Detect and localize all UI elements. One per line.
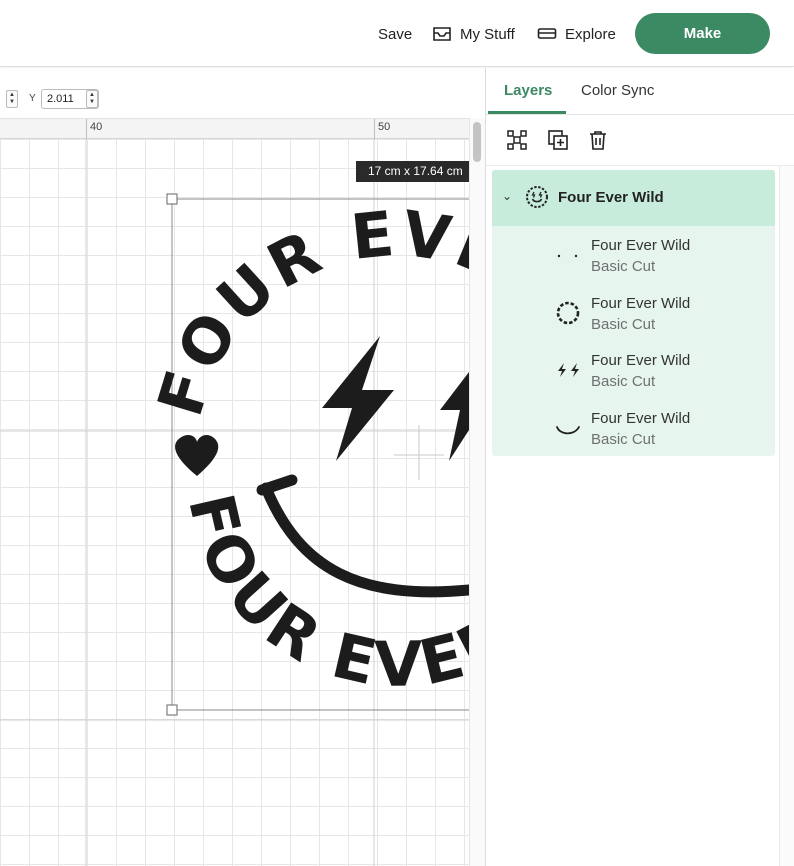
layer-type: Basic Cut: [591, 258, 656, 275]
panel-scrollbar[interactable]: [779, 166, 794, 866]
my-stuff-label: My Stuff: [460, 25, 515, 43]
layer-item[interactable]: Four Ever Wild Basic Cut: [492, 400, 775, 456]
make-button[interactable]: Make: [635, 13, 770, 54]
layer-group-header[interactable]: ⌄ Four Ever Wild: [492, 170, 775, 226]
ruler-tick: [86, 119, 87, 140]
ring-icon: [556, 301, 580, 325]
explore-icon: [537, 28, 557, 39]
arrow-up-icon: ▲: [89, 92, 95, 98]
scrollbar-thumb[interactable]: [473, 122, 481, 162]
layer-type: Basic Cut: [591, 373, 656, 390]
ungroup-icon[interactable]: [505, 128, 529, 152]
ruler-label: 50: [378, 121, 391, 133]
design-artwork[interactable]: FOUR EVER FOUR EVER: [0, 139, 469, 866]
size-badge: 17 cm x 17.64 cm: [356, 161, 469, 182]
design-text-top: FOUR EVER: [143, 197, 469, 424]
layer-item[interactable]: Four Ever Wild Basic Cut: [492, 285, 775, 341]
horizontal-ruler: 40 50: [0, 118, 469, 140]
smile-icon: [556, 426, 580, 435]
eyes-dots-icon: [557, 254, 578, 258]
save-label: Save: [378, 25, 413, 43]
arrow-down-icon: ▼: [9, 99, 15, 105]
y-stepper[interactable]: ▲ ▼: [86, 90, 98, 108]
canvas-scrollbar[interactable]: [469, 118, 485, 866]
arrow-up-icon: ▲: [9, 92, 15, 98]
make-label: Make: [683, 25, 722, 42]
explore-button[interactable]: Explore: [537, 22, 616, 46]
layer-type: Basic Cut: [591, 431, 656, 448]
smiley-icon: [526, 186, 548, 208]
ruler-tick: [374, 119, 375, 140]
chevron-down-icon[interactable]: ⌄: [502, 189, 512, 203]
layer-group: ⌄ Four Ever Wild Four Ever Wild Basic Cu…: [492, 170, 775, 456]
duplicate-icon[interactable]: [546, 128, 570, 152]
divider: [486, 165, 794, 166]
delete-icon[interactable]: [586, 128, 610, 152]
my-stuff-button[interactable]: My Stuff: [432, 22, 515, 46]
explore-label: Explore: [565, 25, 616, 43]
tab-color-sync[interactable]: Color Sync: [581, 82, 654, 99]
layer-item[interactable]: Four Ever Wild Basic Cut: [492, 342, 775, 398]
smile-curve: [260, 482, 469, 598]
layer-item[interactable]: Four Ever Wild Basic Cut: [492, 227, 775, 283]
bolts-icon: [558, 363, 579, 377]
x-stepper[interactable]: ▲ ▼: [6, 90, 18, 108]
layers-panel: Layers Color Sync ⌄ Four Ever Wild Four …: [485, 68, 794, 866]
lightning-bolt-right: [440, 372, 469, 461]
tab-layers[interactable]: Layers: [504, 82, 552, 99]
y-label: Y: [29, 93, 36, 104]
save-button[interactable]: Save: [378, 22, 412, 46]
layer-name: Four Ever Wild: [591, 295, 691, 312]
top-bar: Save My Stuff Explore Make: [0, 0, 794, 67]
layer-name: Four Ever Wild: [591, 352, 691, 369]
layer-type: Basic Cut: [591, 316, 656, 333]
layer-group-name: Four Ever Wild: [558, 189, 664, 206]
y-position-value: 2.011: [47, 93, 74, 105]
divider: [486, 114, 794, 115]
heart-shape: [175, 435, 219, 476]
design-canvas[interactable]: FOUR EVER FOUR EVER: [0, 139, 469, 866]
svg-text:FOUR EVER: FOUR EVER: [143, 197, 469, 424]
ruler-label: 40: [90, 121, 103, 133]
layer-name: Four Ever Wild: [591, 237, 691, 254]
lightning-bolt-left: [322, 336, 394, 461]
arrow-down-icon: ▼: [89, 99, 95, 105]
inbox-icon: [433, 27, 451, 41]
layer-name: Four Ever Wild: [591, 410, 691, 427]
